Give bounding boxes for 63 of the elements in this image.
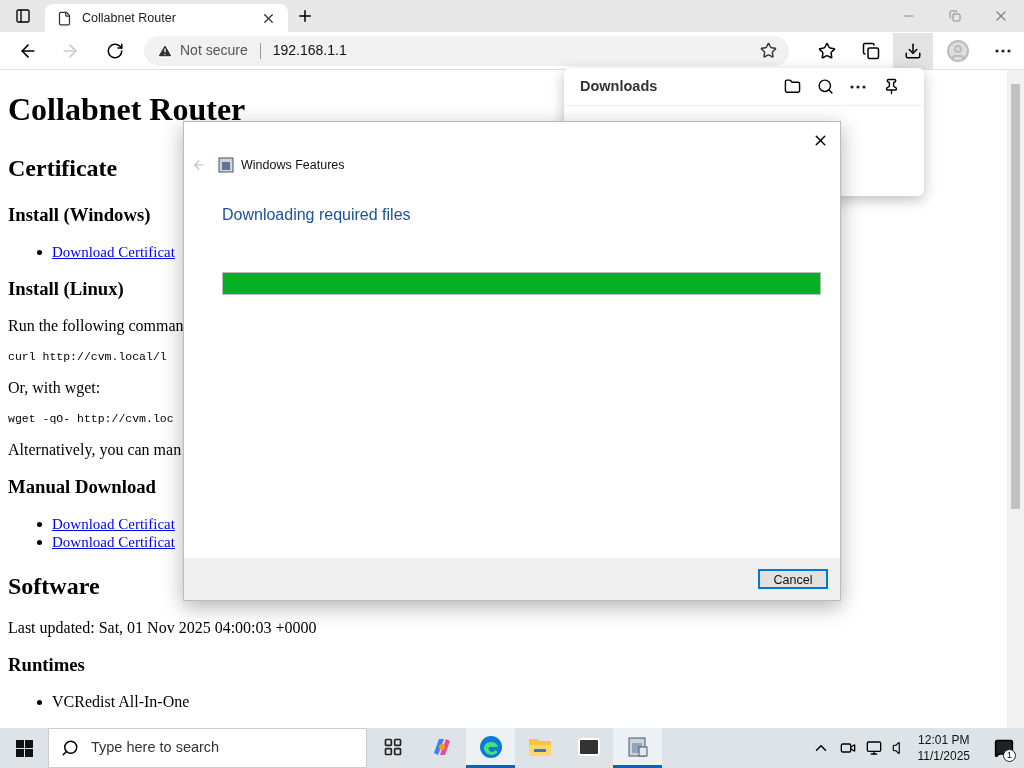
dialog-heading: Downloading required files [222, 204, 412, 225]
section-heading: Certificate [8, 154, 118, 182]
warning-icon [157, 42, 173, 59]
search-icon [61, 739, 79, 757]
download-link[interactable]: Download Certificat [52, 243, 175, 261]
browser-tab[interactable]: Collabnet Router [45, 4, 288, 32]
download-link[interactable]: Download Certificat [52, 515, 175, 533]
network-icon[interactable] [865, 740, 882, 756]
cancel-button[interactable]: Cancel [758, 569, 828, 589]
paragraph: Run the following comman [8, 317, 184, 335]
notification-button[interactable]: 1 [984, 728, 1024, 768]
search-placeholder: Type here to search [91, 738, 220, 758]
downloads-title: Downloads [580, 76, 659, 96]
windows-features-icon [218, 157, 234, 174]
tab-title: Collabnet Router [82, 9, 177, 27]
clock-time: 12:01 PM [918, 732, 970, 748]
folder-icon[interactable] [784, 78, 801, 95]
subsection-heading: Manual Download [8, 476, 156, 498]
paragraph: Alternatively, you can man [8, 441, 182, 459]
subsection-heading: Install (Linux) [8, 278, 124, 300]
list-item-text: VCRedist All-In-One [52, 693, 190, 711]
windows-features-icon [625, 734, 650, 759]
favorites-icon [818, 41, 836, 60]
download-link[interactable]: Download Certificat [52, 533, 175, 551]
notification-count: 1 [1003, 749, 1016, 762]
subsection-heading: Install (Windows) [8, 204, 151, 226]
address-bar[interactable]: Not secure 192.168.1.1 [144, 35, 789, 66]
plus-icon [296, 7, 314, 25]
search-icon[interactable] [817, 78, 834, 95]
clock[interactable]: 12:01 PM 11/1/2025 [917, 732, 970, 764]
windows-logo-icon [15, 739, 33, 757]
page-title: Collabnet Router [8, 91, 246, 128]
browser-icon [478, 734, 503, 759]
bullet-icon [37, 539, 42, 545]
taskbar-search-field[interactable]: Type here to search [48, 728, 367, 768]
paragraph: Or, with wget: [8, 379, 101, 397]
page-icon [57, 10, 72, 26]
command-text: wget -qO- http://cvm.loc [8, 411, 174, 427]
restore-icon [949, 10, 961, 22]
dialog-title: Windows Features [241, 157, 345, 174]
collections-icon [862, 41, 880, 60]
refresh-icon [106, 41, 124, 60]
more-icon[interactable] [850, 84, 866, 89]
sidebar-icon [14, 8, 31, 24]
downloads-button[interactable] [893, 32, 933, 69]
camera-icon[interactable] [839, 740, 856, 756]
scrollbar[interactable] [1007, 70, 1024, 728]
command-text: curl http://cvm.local/l [8, 349, 167, 365]
paragraph: Last updated: Sat, 01 Nov 2025 04:00:03 +0000 [8, 619, 317, 637]
task-view-icon [382, 736, 403, 757]
more-icon[interactable] [995, 48, 1011, 53]
download-icon [904, 41, 922, 60]
add-favorite-icon[interactable] [760, 42, 777, 59]
bullet-icon [37, 249, 42, 255]
url-text: 192.168.1.1 [272, 41, 348, 60]
clock-date: 11/1/2025 [917, 748, 970, 764]
security-label: Not secure [180, 41, 248, 60]
pin-icon[interactable] [883, 78, 900, 95]
section-heading: Software [8, 572, 100, 600]
bullet-icon [37, 521, 42, 527]
bullet-icon [37, 699, 42, 705]
subsection-heading: Runtimes [8, 654, 85, 676]
avatar-icon [946, 38, 970, 63]
